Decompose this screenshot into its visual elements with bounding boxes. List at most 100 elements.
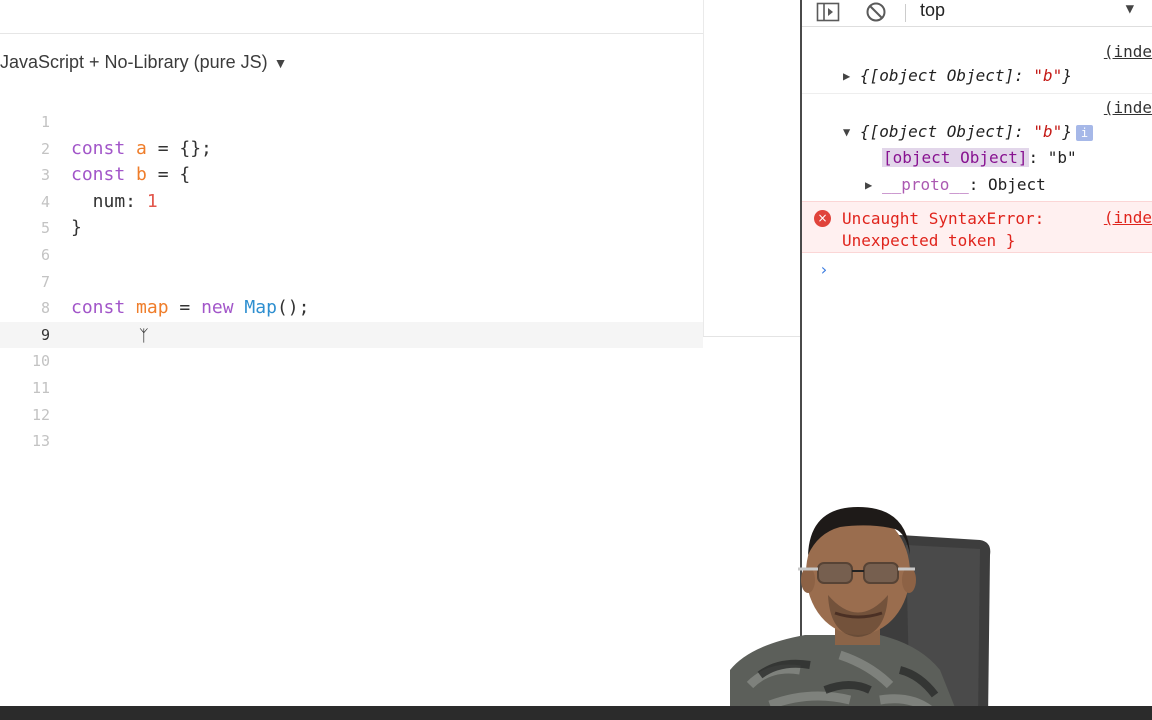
clear-console-icon[interactable]	[864, 1, 888, 23]
divider	[703, 0, 704, 336]
error-icon: ×	[814, 210, 831, 227]
line-number: 8	[40, 299, 50, 318]
code-token: ();	[276, 297, 310, 319]
code-text: const a = {};	[71, 136, 212, 163]
error-line-2: Unexpected token }	[842, 231, 1016, 250]
chevron-down-icon[interactable]: ▼	[1126, 1, 1134, 17]
text-cursor-icon: ᛉ	[139, 326, 149, 345]
code-line[interactable]: 7	[0, 269, 703, 296]
console-message: (inde ▶ {[object Object]: "b"}	[802, 40, 1152, 94]
chevron-down-icon: ▼	[273, 55, 288, 71]
code-token: = {};	[146, 137, 212, 159]
code-line[interactable]: 10	[0, 348, 703, 375]
expand-triangle-icon[interactable]: ▶	[865, 178, 872, 192]
console-prompt-icon[interactable]: ›	[819, 260, 829, 279]
separator: :	[968, 175, 988, 194]
object-preview[interactable]: {[object Object]: "b"}	[860, 66, 1072, 85]
editor-toolbar	[0, 0, 703, 34]
code-line[interactable]: 9	[0, 321, 703, 349]
code-token: const	[71, 137, 126, 159]
code-line[interactable]: 4 num: 1	[0, 189, 703, 216]
code-line[interactable]: 2 const a = {};	[0, 136, 703, 163]
object-value: "b"	[1033, 122, 1063, 141]
line-number: 10	[31, 352, 50, 371]
line-number: 9	[40, 325, 50, 344]
source-link[interactable]: (inde	[1104, 208, 1152, 227]
object-property: [object Object]: "b"	[882, 148, 1077, 167]
language-selector[interactable]: JavaScript + No-Library (pure JS) ▼	[0, 52, 287, 73]
line-number: 6	[40, 245, 50, 264]
source-link[interactable]: (inde	[1104, 42, 1152, 61]
line-number: 3	[40, 166, 50, 185]
code-token: a	[136, 137, 147, 159]
code-token: map	[136, 297, 169, 319]
line-number: 12	[31, 405, 50, 424]
code-token: }	[71, 217, 82, 239]
code-text: }	[71, 215, 82, 242]
error-line-1: Uncaught SyntaxError:	[842, 209, 1045, 228]
object-preview[interactable]: {[object Object]: "b"} i	[860, 122, 1093, 141]
brace-open: {	[860, 122, 870, 141]
code-line[interactable]: 1	[0, 109, 703, 136]
error-message: Uncaught SyntaxError: Unexpected token }	[842, 208, 1044, 252]
code-line[interactable]: 13	[0, 428, 703, 455]
code-line[interactable]: 12	[0, 402, 703, 429]
console-toolbar: top ▼	[802, 0, 1152, 27]
code-text: const map = new Map();	[71, 295, 309, 322]
source-link[interactable]: (inde	[1104, 98, 1152, 117]
code-token: num:	[71, 190, 147, 212]
separator: :	[1014, 122, 1034, 141]
collapse-triangle-icon[interactable]: ▼	[843, 125, 850, 139]
object-key: [object Object]	[869, 66, 1015, 85]
line-number: 2	[40, 139, 50, 158]
sidebar-toggle-icon[interactable]	[816, 1, 840, 23]
code-text: const b = {	[71, 162, 190, 189]
code-token: new	[201, 297, 234, 319]
console-message: (inde ▼ {[object Object]: "b"} i [object …	[802, 96, 1152, 200]
code-line[interactable]: 5}	[0, 215, 703, 242]
code-area[interactable]: 1 2 const a = {}; 3 const b = {4 num: 1 5} 6 7 8…	[0, 109, 703, 455]
code-line[interactable]: 8 const map = new Map();	[0, 295, 703, 322]
object-value: "b"	[1033, 66, 1063, 85]
code-line[interactable]: 6	[0, 242, 703, 269]
code-token: const	[71, 297, 126, 319]
separator: :	[1014, 66, 1034, 85]
object-key: [object Object]	[869, 122, 1015, 141]
console-error: × Uncaught SyntaxError: Unexpected token…	[802, 201, 1152, 253]
context-selector[interactable]: top	[920, 0, 945, 21]
line-number: 5	[40, 219, 50, 238]
webcam-overlay	[730, 495, 1152, 720]
code-text: num: 1	[71, 189, 158, 216]
code-line[interactable]: 3 const b = {	[0, 162, 703, 189]
brace-close: }	[1062, 66, 1072, 85]
line-number: 4	[40, 192, 50, 211]
info-icon[interactable]: i	[1075, 124, 1093, 141]
line-number: 11	[31, 378, 50, 397]
code-token: b	[136, 164, 147, 186]
proto-value: Object	[987, 175, 1046, 194]
code-token: =	[168, 297, 202, 319]
language-selector-label: JavaScript + No-Library (pure JS)	[0, 52, 268, 72]
brace-open: {	[860, 66, 870, 85]
code-line[interactable]: 11	[0, 375, 703, 402]
divider	[703, 336, 800, 337]
toolbar-divider	[905, 4, 906, 22]
presenter-video	[730, 507, 991, 720]
proto-property[interactable]: __proto__: Object	[882, 175, 1046, 194]
expand-triangle-icon[interactable]: ▶	[843, 69, 850, 83]
separator: :	[1028, 148, 1048, 167]
property-key: [object Object]	[882, 148, 1029, 167]
line-number: 7	[40, 272, 50, 291]
line-number: 1	[40, 113, 50, 131]
brace-close: }	[1062, 122, 1072, 141]
code-editor-pane: JavaScript + No-Library (pure JS) ▼ 1 2 con…	[0, 0, 703, 720]
line-number: 13	[31, 432, 50, 451]
proto-key: __proto__	[882, 175, 969, 194]
code-token: const	[71, 164, 126, 186]
property-value: "b"	[1047, 148, 1077, 167]
code-token: = {	[146, 164, 191, 186]
